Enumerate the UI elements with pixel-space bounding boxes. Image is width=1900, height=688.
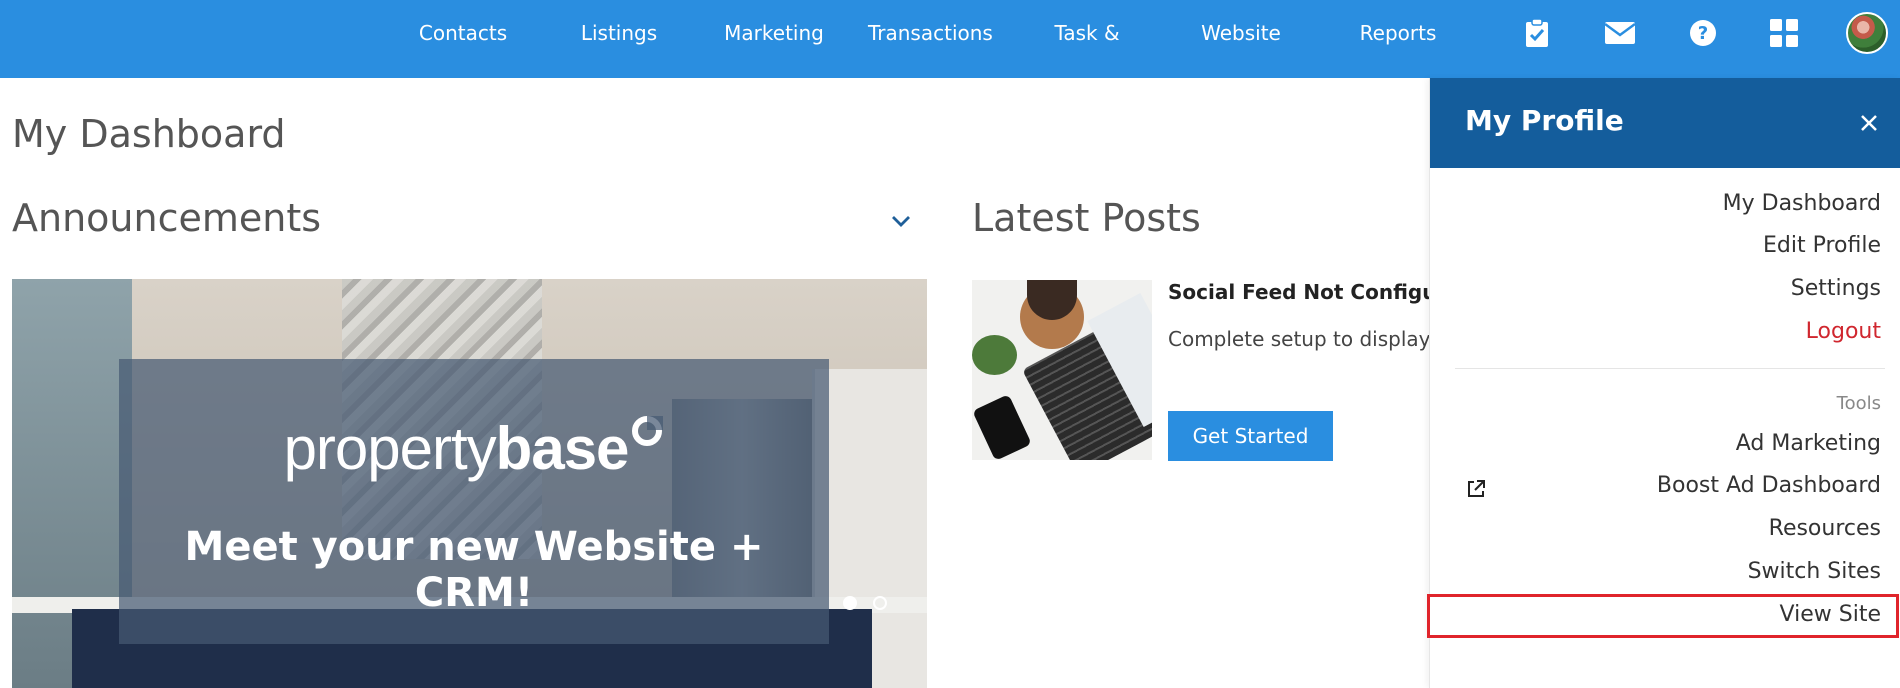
apps-grid-icon[interactable]: [1766, 15, 1802, 51]
latest-posts-title: Latest Posts: [972, 196, 1201, 240]
post-text: Complete setup to display: [1168, 327, 1431, 351]
chevron-down-icon[interactable]: [888, 208, 914, 234]
carousel-dot-2[interactable]: [873, 596, 887, 610]
menu-settings[interactable]: Settings: [1791, 276, 1881, 301]
menu-divider: [1455, 368, 1885, 369]
carousel-dot-1[interactable]: [843, 596, 857, 610]
thumbnail-phone: [972, 394, 1032, 460]
nav-transactions[interactable]: Transactions: [868, 0, 993, 66]
nav-marketing[interactable]: Marketing: [720, 0, 828, 66]
announcement-banner[interactable]: propertybase Meet your new Website + CRM…: [12, 279, 927, 688]
menu-resources[interactable]: Resources: [1769, 516, 1881, 541]
nav-contacts[interactable]: Contacts: [417, 0, 509, 66]
profile-panel-title: My Profile: [1465, 104, 1624, 137]
user-avatar[interactable]: [1846, 12, 1888, 54]
thumbnail-plant: [972, 335, 1017, 375]
nav-reports[interactable]: Reports: [1356, 0, 1440, 66]
help-icon[interactable]: ?: [1685, 15, 1721, 51]
external-link-icon[interactable]: [1465, 478, 1487, 500]
svg-text:?: ?: [1698, 23, 1708, 44]
menu-logout[interactable]: Logout: [1806, 319, 1881, 344]
nav-task-events[interactable]: Task & Events: [1020, 0, 1154, 111]
banner-overlay: propertybase Meet your new Website + CRM…: [119, 359, 829, 644]
tools-label: Tools: [1836, 393, 1881, 414]
menu-view-site[interactable]: View Site: [1780, 602, 1881, 627]
announcements-title: Announcements: [12, 196, 322, 240]
top-nav-bar: Contacts Listings Marketing Transactions…: [0, 0, 1900, 111]
profile-panel: My Profile My Dashboard Edit Profile Set…: [1429, 78, 1900, 688]
mail-icon[interactable]: [1602, 15, 1638, 51]
banner-tagline: Meet your new Website + CRM!: [184, 524, 764, 616]
post-thumbnail[interactable]: [972, 280, 1152, 460]
close-icon[interactable]: [1855, 109, 1883, 137]
propertybase-logo: propertybase: [119, 414, 829, 483]
get-started-button[interactable]: Get Started: [1168, 411, 1333, 461]
nav-website[interactable]: Website: [1196, 0, 1286, 66]
menu-ad-marketing[interactable]: Ad Marketing: [1736, 431, 1881, 456]
page-title: My Dashboard: [12, 112, 286, 156]
menu-edit-profile[interactable]: Edit Profile: [1763, 233, 1881, 258]
menu-switch-sites[interactable]: Switch Sites: [1748, 559, 1881, 584]
menu-boost-ad-dashboard[interactable]: Boost Ad Dashboard: [1657, 473, 1881, 498]
clipboard-check-icon[interactable]: [1519, 15, 1555, 51]
nav-listings[interactable]: Listings: [575, 0, 663, 66]
profile-panel-header: My Profile: [1430, 78, 1900, 168]
menu-my-dashboard[interactable]: My Dashboard: [1723, 191, 1881, 216]
